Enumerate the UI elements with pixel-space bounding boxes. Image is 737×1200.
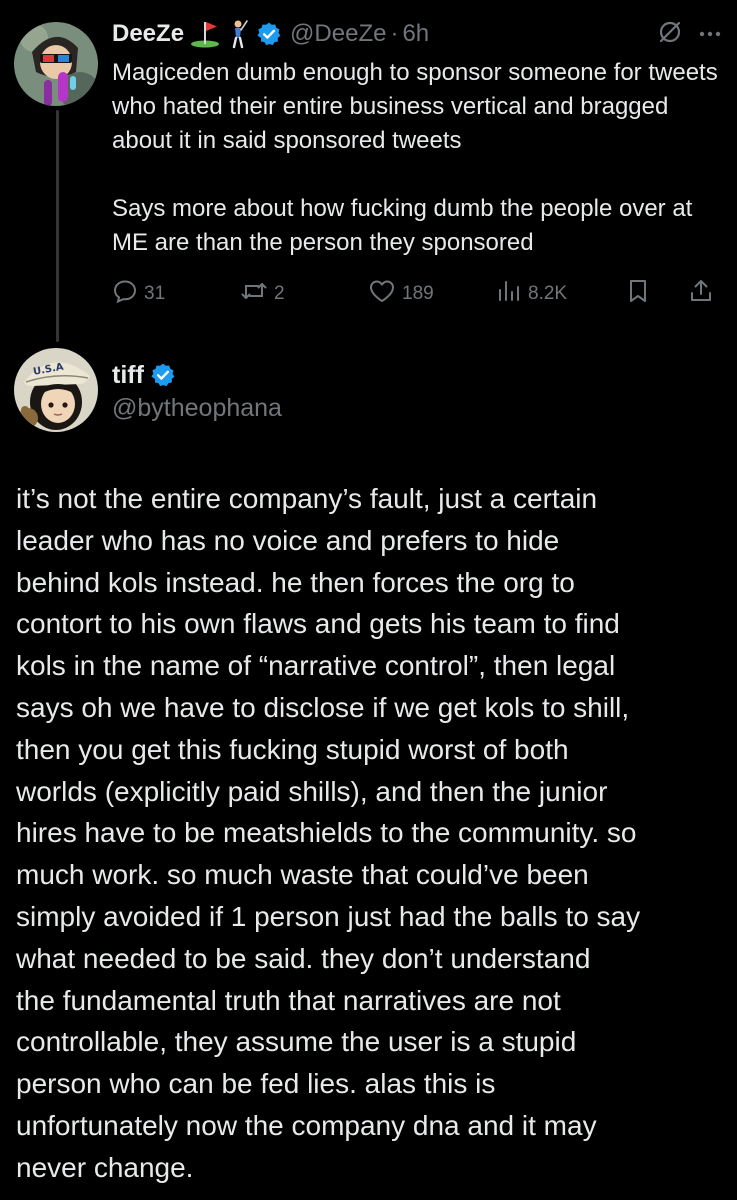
share-icon (688, 278, 714, 310)
views-count: 8.2K (528, 283, 568, 304)
heart-icon (368, 278, 396, 310)
avatar-deeze[interactable] (14, 22, 98, 106)
thread-connector-line (56, 110, 59, 342)
avatar-tiff[interactable]: U.S.A (14, 348, 98, 432)
reply-action-bar: 31 2 189 8.2K (112, 276, 720, 312)
reply-author-name[interactable]: DeeZe (112, 20, 184, 48)
reply-timestamp[interactable]: 6h (402, 20, 429, 48)
reply-button[interactable]: 31 (112, 276, 165, 312)
main-tweet-text: it’s not the entire company’s fault, jus… (16, 483, 641, 1183)
bookmark-icon (626, 278, 650, 310)
header-separator: · (390, 20, 399, 47)
analytics-icon (496, 278, 522, 310)
reply-author-handle[interactable]: @DeeZe (290, 20, 386, 48)
retweet-button[interactable]: 2 (240, 276, 285, 312)
main-tweet-name-row: tiff (112, 358, 176, 392)
retweet-count: 2 (274, 283, 285, 304)
reply-paragraph: Magiceden dumb enough to sponsor someone… (112, 59, 718, 154)
share-button[interactable] (688, 276, 714, 312)
views-button[interactable]: 8.2K (496, 276, 567, 312)
retweet-icon (240, 278, 268, 310)
grok-icon[interactable] (657, 19, 683, 50)
bookmark-button[interactable] (626, 276, 650, 312)
more-icon[interactable] (699, 25, 721, 43)
like-count: 189 (402, 283, 434, 304)
like-button[interactable]: 189 (368, 276, 434, 312)
reply-count: 31 (144, 283, 166, 304)
main-author-handle[interactable]: @bytheophana (112, 394, 282, 423)
reply-paragraph: Says more about how fucking dumb the peo… (112, 195, 693, 256)
reply-tweet-header: DeeZe @DeeZe · 6h (112, 16, 721, 52)
reply-tweet-text: Magiceden dumb enough to sponsor someone… (112, 56, 722, 260)
golfer-emoji (226, 19, 250, 49)
reply-icon (112, 278, 138, 310)
verified-badge-icon (256, 21, 282, 47)
golf-flag-emoji (190, 20, 220, 48)
main-author-name[interactable]: tiff (112, 361, 144, 390)
verified-badge-icon (150, 362, 176, 388)
